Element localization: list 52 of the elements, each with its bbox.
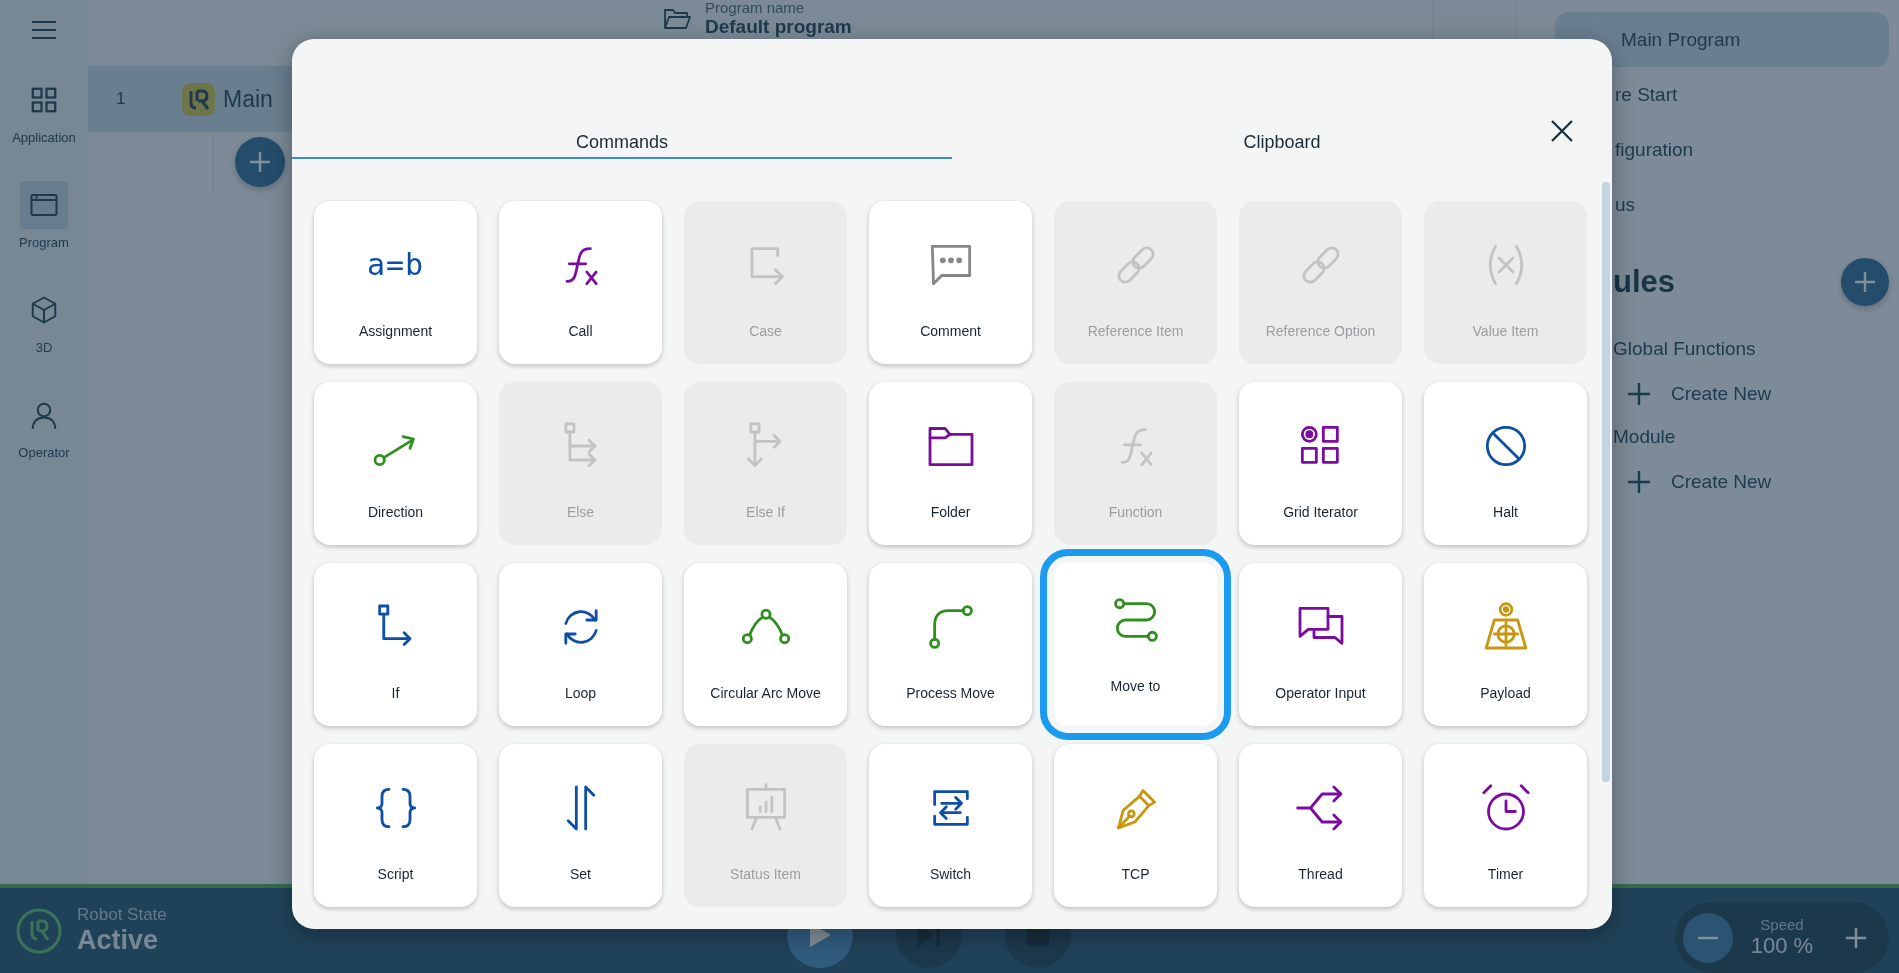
command-tile[interactable]: Halt xyxy=(1424,382,1587,545)
logo-icon xyxy=(182,82,215,116)
grid-icon xyxy=(29,85,59,115)
command-tile[interactable]: Move to xyxy=(1040,549,1231,740)
row-label: Main xyxy=(223,85,273,113)
program-name-label: Program name xyxy=(705,0,806,16)
plus-icon xyxy=(1627,382,1651,406)
command-tile[interactable]: Folder xyxy=(869,382,1032,545)
plus-icon xyxy=(1853,270,1877,294)
command-tile[interactable]: Call xyxy=(499,201,662,364)
command-tile[interactable]: Comment xyxy=(869,201,1032,364)
command-tile[interactable]: TCP xyxy=(1054,744,1217,907)
plus-icon xyxy=(1845,926,1867,949)
speed-label: Speed xyxy=(1760,916,1804,933)
command-tile[interactable]: Set xyxy=(499,744,662,907)
command-tile[interactable]: Circular Arc Move xyxy=(684,563,847,726)
group-label: Global Functions xyxy=(1612,338,1757,360)
minus-icon xyxy=(1697,935,1719,940)
robot-state: Active xyxy=(77,925,160,956)
dialog-tab[interactable]: Commands xyxy=(292,131,952,159)
command-tile[interactable]: Script xyxy=(314,744,477,907)
speed-value: 100 % xyxy=(1750,933,1814,959)
command-tile[interactable]: If xyxy=(314,563,477,726)
command-tile[interactable]: Operator Input xyxy=(1239,563,1402,726)
line-number: 1 xyxy=(116,89,127,109)
group-label: Module xyxy=(1612,426,1677,448)
add-button[interactable] xyxy=(235,137,285,187)
dialog-tab[interactable]: Clipboard xyxy=(952,131,1612,159)
scrollbar[interactable] xyxy=(1602,182,1610,782)
command-tile[interactable]: a=b Assignment xyxy=(314,201,477,364)
menu-button[interactable] xyxy=(29,18,59,42)
folder-icon xyxy=(663,8,691,30)
command-tile[interactable]: Loop xyxy=(499,563,662,726)
command-tile[interactable]: Switch xyxy=(869,744,1032,907)
command-tile[interactable]: Thread xyxy=(1239,744,1402,907)
command-tile[interactable]: Timer xyxy=(1424,744,1587,907)
cube-icon xyxy=(29,295,59,325)
assignment-icon: a=b xyxy=(366,237,425,293)
section-heading: ules xyxy=(1613,264,1676,300)
plus-icon xyxy=(1627,470,1651,494)
program-name: Default program xyxy=(705,16,852,37)
menu-icon xyxy=(31,20,57,40)
command-tile[interactable]: Direction xyxy=(314,382,477,545)
command-tile[interactable]: Process Move xyxy=(869,563,1032,726)
command-tile[interactable]: Payload xyxy=(1424,563,1587,726)
plus-icon xyxy=(248,150,272,174)
command-tile[interactable]: Grid Iterator xyxy=(1239,382,1402,545)
close-icon xyxy=(1551,120,1573,142)
add-button[interactable] xyxy=(1841,258,1889,306)
person-icon xyxy=(29,400,59,430)
robot-state-label: Robot State xyxy=(77,905,167,925)
logo-icon xyxy=(15,906,63,955)
